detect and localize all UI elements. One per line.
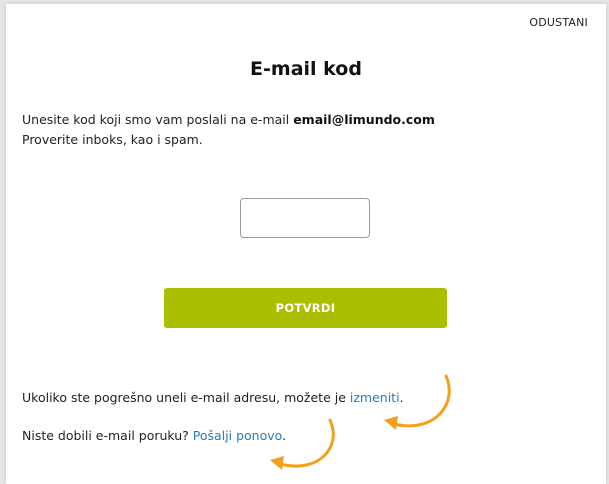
modal-title: E-mail kod xyxy=(250,58,362,80)
resend-prefix: Niste dobili e-mail poruku? xyxy=(22,428,193,443)
intro-line2: Proverite inboks, kao i spam. xyxy=(22,132,203,147)
intro-email: email@limundo.com xyxy=(293,112,435,127)
change-email-prefix: Ukoliko ste pogrešno uneli e-mail adresu… xyxy=(22,390,350,405)
intro-line1-prefix: Unesite kod koji smo vam poslali na e-ma… xyxy=(22,112,294,127)
confirm-button[interactable]: POTVRDI xyxy=(164,288,447,328)
change-email-text: Ukoliko ste pogrešno uneli e-mail adresu… xyxy=(22,390,404,405)
code-input[interactable] xyxy=(240,198,370,238)
email-code-modal: ODUSTANI E-mail kod Unesite kod koji smo… xyxy=(6,4,606,484)
cancel-button[interactable]: ODUSTANI xyxy=(529,16,588,29)
curved-arrow-icon xyxy=(384,374,451,430)
resend-text: Niste dobili e-mail poruku? Pošalji pono… xyxy=(22,428,286,443)
intro-text: Unesite kod koji smo vam poslali na e-ma… xyxy=(22,110,582,150)
curved-arrow-icon xyxy=(270,418,335,470)
